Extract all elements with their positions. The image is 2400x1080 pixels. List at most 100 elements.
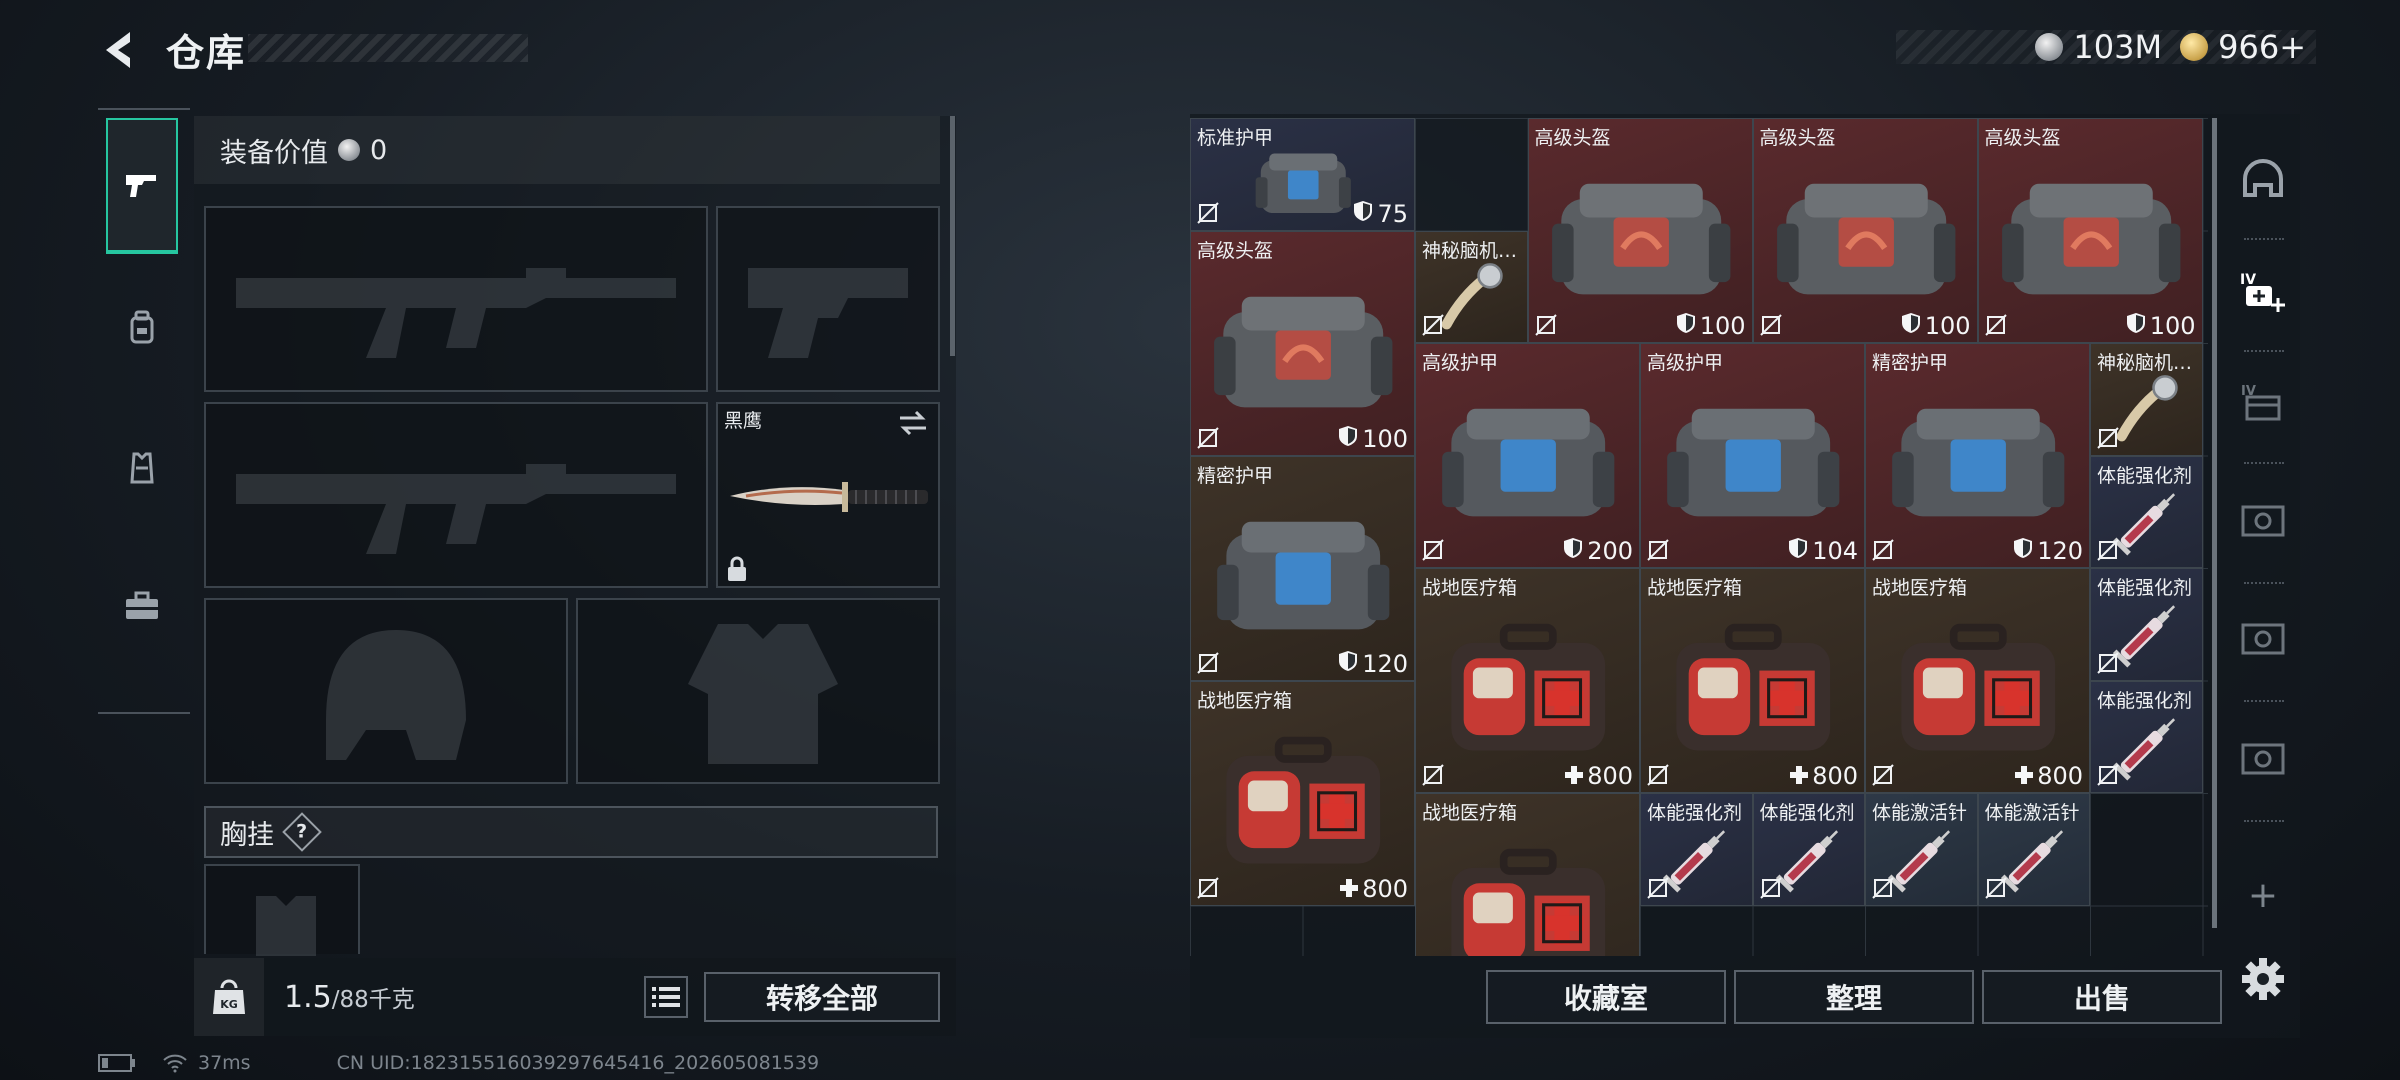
medkit-icon: [1436, 611, 1621, 768]
inventory-item[interactable]: 战地医疗箱 800: [1640, 568, 1865, 793]
sidearm-slot[interactable]: [716, 206, 940, 392]
inventory-item[interactable]: 高级护甲 200: [1415, 343, 1640, 568]
equipment-value-bar: 装备价值 0: [194, 116, 940, 184]
tab-backpack[interactable]: [106, 260, 178, 396]
list-view-button[interactable]: [644, 976, 688, 1018]
help-icon[interactable]: ?: [282, 812, 322, 852]
equipment-tab-column: [98, 108, 190, 714]
plus-icon[interactable]: +: [2238, 870, 2288, 920]
inventory-item[interactable]: 神秘脑机…: [2090, 343, 2203, 456]
inventory-item[interactable]: 高级头盔 100: [1527, 118, 1753, 343]
item-name: 标准护甲: [1197, 127, 1274, 149]
status-bar: 37ms CN UID:18231551603929764​5416_20260…: [98, 1052, 819, 1074]
item-name: 高级头盔: [1197, 239, 1274, 262]
no-discard-icon: [1759, 876, 1782, 899]
silver-amount: 103M: [2073, 28, 2163, 66]
no-discard-icon: [1872, 764, 1894, 786]
item-name: 高级头盔: [1759, 127, 1836, 149]
no-discard-icon: [1422, 764, 1444, 786]
inventory-item[interactable]: 精密护甲 120: [1190, 455, 1415, 681]
inventory-item[interactable]: 体能强化剂: [2090, 568, 2203, 681]
inventory-item[interactable]: 体能强化剂: [1640, 793, 1753, 906]
vest-icon: [130, 452, 154, 484]
heal-cross-icon: [1565, 762, 1584, 790]
gold-currency[interactable]: 966+: [2180, 28, 2306, 66]
inventory-item[interactable]: 高级头盔 100: [1190, 230, 1415, 456]
primary-weapon-slot-2[interactable]: [204, 402, 708, 588]
no-discard-icon: [1197, 426, 1219, 449]
title-decoration: [248, 34, 528, 62]
chest-rig-slot[interactable]: [204, 864, 360, 956]
item-name: 体能激活针: [1984, 802, 2080, 824]
inventory-item[interactable]: 体能强化剂: [2090, 680, 2203, 793]
backpack-lock-button[interactable]: KG: [194, 958, 264, 1036]
no-discard-icon: [1984, 876, 2007, 899]
inventory-item[interactable]: 战地医疗箱 800: [1865, 568, 2090, 793]
helmet-icon: [1211, 274, 1396, 431]
inventory-item[interactable]: 体能激活针: [1977, 793, 2090, 906]
toolbox-icon: [126, 591, 158, 619]
armor-icon: [1211, 499, 1396, 656]
back-button[interactable]: [96, 26, 144, 74]
no-discard-icon: [1872, 539, 1894, 561]
container-slot-icon[interactable]: IV: [2238, 378, 2288, 428]
helmet-icon: [1549, 161, 1734, 318]
case-slot-icon[interactable]: [2238, 614, 2288, 664]
sell-button[interactable]: 出售: [1982, 970, 2222, 1024]
case-slot-icon[interactable]: [2238, 734, 2288, 784]
inventory-item[interactable]: 战地医疗箱: [1415, 793, 1640, 956]
item-value: 100: [1901, 312, 1971, 340]
no-discard-icon: [2097, 651, 2119, 674]
helmet-slot-icon[interactable]: [2238, 154, 2288, 204]
tab-toolbox[interactable]: [106, 538, 178, 674]
melee-slot[interactable]: 黑鹰: [716, 402, 940, 588]
tab-vest[interactable]: [106, 400, 178, 536]
chest-rig-silhouette-icon: [256, 896, 316, 956]
pistol-icon: [126, 175, 156, 197]
item-name: 体能激活针: [1872, 802, 1968, 824]
item-name: 神秘脑机…: [2097, 352, 2193, 374]
inventory-grid: 标准护甲 75 高级头盔 100 高级头盔 100 高级头盔 100 高级头盔 100 神秘脑机… 高…: [1190, 118, 2208, 956]
inventory-item[interactable]: 精密护甲 120: [1865, 343, 2090, 568]
equipment-value: 0: [370, 134, 388, 166]
inventory-item[interactable]: 神秘脑机…: [1415, 230, 1528, 343]
inventory-item[interactable]: 标准护甲 75: [1190, 118, 1415, 231]
inventory-item[interactable]: 战地医疗箱 800: [1415, 568, 1640, 793]
silver-coin-icon: [338, 139, 360, 161]
case-slot-icon[interactable]: [2238, 496, 2288, 546]
inventory-item[interactable]: 体能激活针: [1865, 793, 1978, 906]
transfer-all-button[interactable]: 转移全部: [704, 972, 940, 1022]
gold-coin-icon: [2180, 33, 2209, 61]
inventory-item[interactable]: 高级护甲 104: [1640, 343, 1865, 568]
no-discard-icon: [1647, 764, 1669, 786]
swap-icon[interactable]: [898, 410, 928, 436]
settings-icon[interactable]: [2238, 954, 2288, 1004]
svg-text:KG: KG: [220, 998, 238, 1011]
inventory-item[interactable]: 高级头盔 100: [1752, 118, 1978, 343]
lock-icon: [728, 556, 746, 581]
helmet-icon: [1999, 161, 2184, 318]
item-name: 体能强化剂: [1759, 802, 1855, 824]
item-value: 120: [1338, 650, 1408, 678]
equipment-scrollbar[interactable]: [950, 116, 955, 356]
no-discard-icon: [1647, 876, 1669, 899]
organize-button[interactable]: 整理: [1734, 970, 1974, 1024]
primary-weapon-slot-1[interactable]: [204, 206, 708, 392]
inventory-scrollbar[interactable]: [2212, 118, 2217, 928]
add-medical-slot-icon[interactable]: IV: [2238, 266, 2288, 316]
item-value: 100: [1676, 312, 1746, 340]
inventory-item[interactable]: 体能强化剂: [2090, 455, 2203, 568]
backpack-icon: [130, 310, 154, 344]
no-discard-icon: [1197, 876, 1219, 899]
currency-bar: 103M 966+: [1896, 28, 2316, 66]
helmet-icon: [1774, 161, 1959, 318]
armor-slot[interactable]: [576, 598, 940, 784]
collection-room-button[interactable]: 收藏室: [1486, 970, 1726, 1024]
helmet-slot[interactable]: [204, 598, 568, 784]
no-discard-icon: [1197, 201, 1219, 224]
inventory-item[interactable]: 高级头盔 100: [1977, 118, 2203, 343]
tab-weapons[interactable]: [106, 118, 178, 254]
silver-currency[interactable]: 103M: [2035, 28, 2162, 66]
inventory-item[interactable]: 体能强化剂: [1752, 793, 1865, 906]
inventory-item[interactable]: 战地医疗箱 800: [1190, 680, 1415, 906]
